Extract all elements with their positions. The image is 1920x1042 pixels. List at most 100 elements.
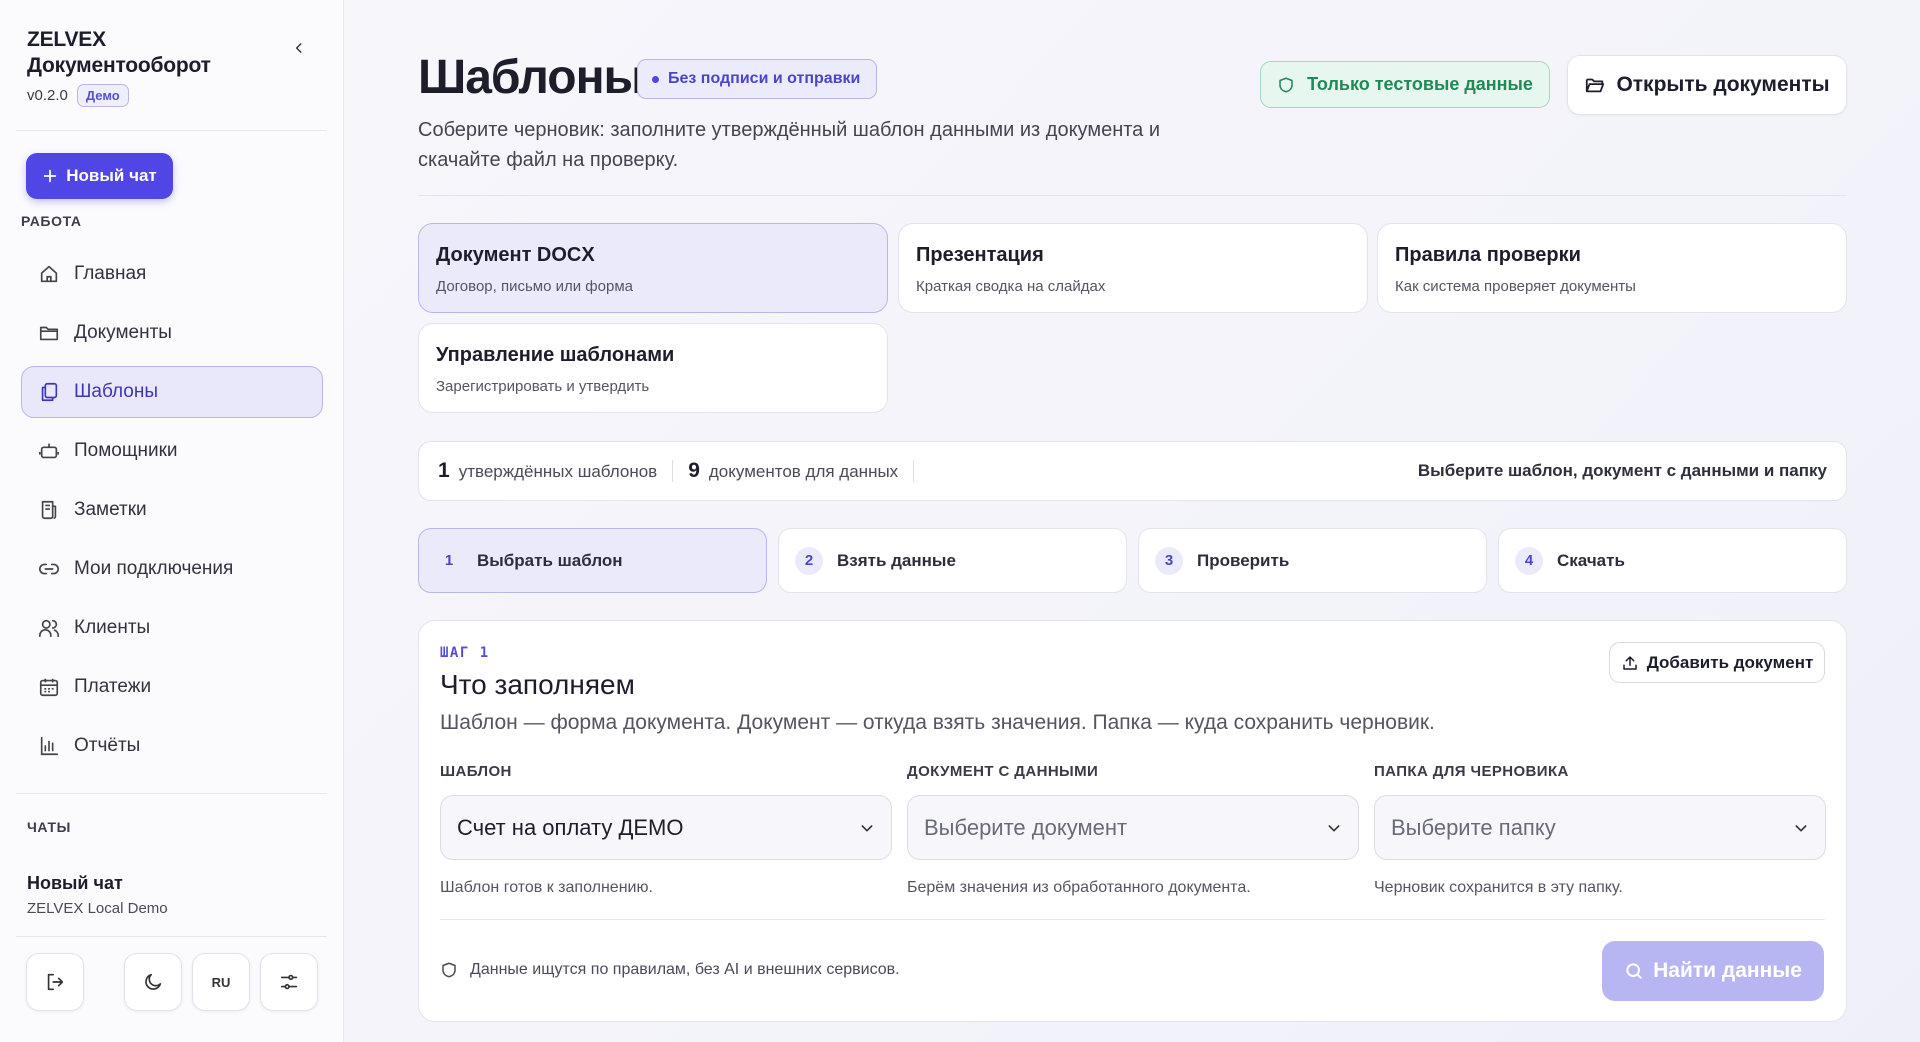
sidebar-item-notes[interactable]: Заметки: [21, 484, 323, 536]
sidebar-item-assistants[interactable]: Помощники: [21, 425, 323, 477]
no-sign-badge: Без подписи и отправки: [637, 59, 878, 99]
page-title: Шаблоны: [418, 51, 645, 104]
step-number: 4: [1515, 546, 1543, 575]
template-select[interactable]: Счет на оплату ДЕМО: [440, 795, 892, 860]
chart-icon: [38, 735, 60, 757]
header-divider: [418, 195, 1847, 196]
stat-label: документов для данных: [708, 462, 899, 481]
form-divider: [440, 919, 1825, 920]
step-select-template[interactable]: 1 Выбрать шаблон: [418, 528, 767, 593]
calendar-icon: [38, 676, 60, 698]
type-card-presentation[interactable]: Презентация Краткая сводка на слайдах: [898, 223, 1368, 313]
sidebar-item-label: Платежи: [74, 676, 152, 697]
sidebar-item-connections[interactable]: Мои подключения: [21, 543, 323, 595]
type-card-template-management[interactable]: Управление шаблонами Зарегистрировать и …: [418, 323, 888, 413]
sidebar-item-label: Клиенты: [74, 617, 151, 638]
brand-name-line1: ZELVEX: [27, 28, 106, 51]
type-card-docx[interactable]: Документ DOCX Договор, письмо или форма: [418, 223, 888, 313]
type-card-validation-rules[interactable]: Правила проверки Как система проверяет д…: [1377, 223, 1847, 313]
data-document-select[interactable]: Выберите документ: [907, 795, 1359, 860]
brand-meta: v0.2.0 Демо: [27, 84, 211, 107]
step-review[interactable]: 3 Проверить: [1138, 528, 1487, 593]
sliders-icon: [280, 974, 298, 990]
sidebar-item-clients[interactable]: Клиенты: [21, 602, 323, 654]
sidebar: ZELVEX Документооборот v0.2.0 Демо Новый…: [0, 0, 344, 1042]
field-template: ШАБЛОН Счет на оплату ДЕМО Шаблон готов …: [440, 763, 892, 897]
new-chat-button[interactable]: Новый чат: [26, 153, 173, 199]
stats-bar: 1 утверждённых шаблонов 9 документов для…: [418, 441, 1847, 501]
upload-icon: [1622, 655, 1637, 670]
add-document-label: Добавить документ: [1646, 652, 1814, 672]
step-number: 1: [444, 552, 454, 569]
type-card-subtitle: Краткая сводка на слайдах: [916, 278, 1106, 295]
shield-icon: [442, 962, 456, 978]
logout-icon: [47, 973, 64, 991]
stat-separator: [672, 460, 674, 482]
type-card-title: Правила проверки: [1395, 244, 1581, 266]
sidebar-item-label: Главная: [74, 263, 147, 284]
no-sign-badge-label: Без подписи и отправки: [668, 70, 861, 87]
collapse-sidebar-button[interactable]: [287, 36, 311, 60]
sidebar-divider: [16, 793, 327, 794]
sidebar-item-templates[interactable]: Шаблоны: [21, 366, 323, 418]
preferences-button[interactable]: [260, 953, 318, 1011]
logout-button[interactable]: [26, 953, 84, 1011]
sidebar-item-label: Заметки: [74, 499, 147, 520]
users-icon: [38, 617, 60, 639]
search-icon: [1626, 963, 1642, 979]
field-help: Черновик сохранится в эту папку.: [1374, 879, 1623, 896]
step-label: Проверить: [1197, 550, 1290, 570]
draft-folder-select-placeholder: Выберите папку: [1391, 814, 1556, 840]
add-document-button[interactable]: Добавить документ: [1609, 642, 1825, 683]
theme-toggle-button[interactable]: [124, 953, 182, 1011]
demo-badge: Демо: [76, 84, 129, 107]
main-content: Шаблоны Без подписи и отправки Соберите …: [344, 0, 1920, 1042]
field-help: Берём значения из обработанного документ…: [907, 879, 1251, 896]
step-label: Скачать: [1557, 550, 1625, 570]
form-title: Что заполняем: [440, 669, 635, 700]
new-chat-label: Новый чат: [66, 166, 157, 185]
step-download[interactable]: 4 Скачать: [1498, 528, 1847, 593]
chevron-down-icon: [1328, 824, 1340, 831]
chevron-down-icon: [861, 824, 873, 831]
rules-note: Данные ищутся по правилам, без AI и внеш…: [440, 961, 900, 979]
rules-note-text: Данные ищутся по правилам, без AI и внеш…: [470, 961, 900, 978]
template-select-value: Счет на оплату ДЕМО: [457, 814, 684, 840]
language-button[interactable]: RU: [192, 953, 250, 1011]
sidebar-nav: Главная Документы Шаблоны Помощники Заме…: [21, 248, 323, 779]
stat-number: 1: [438, 459, 450, 482]
stats-hint: Выберите шаблон, документ с данными и па…: [1417, 461, 1827, 480]
chevron-down-icon: [1795, 824, 1807, 831]
chat-subtitle: ZELVEX Local Demo: [27, 900, 168, 917]
draft-folder-select[interactable]: Выберите папку: [1374, 795, 1826, 860]
sidebar-item-label: Отчёты: [74, 735, 141, 756]
stat-approved-templates: 1 утверждённых шаблонов: [438, 459, 657, 483]
step-label: Взять данные: [837, 550, 956, 570]
sidebar-divider: [16, 936, 327, 937]
sidebar-item-payments[interactable]: Платежи: [21, 661, 323, 713]
sidebar-item-reports[interactable]: Отчёты: [21, 720, 323, 772]
sidebar-item-home[interactable]: Главная: [21, 248, 323, 300]
home-icon: [38, 263, 60, 285]
find-data-button[interactable]: Найти данные: [1602, 941, 1824, 1001]
step-number: 3: [1155, 546, 1183, 575]
sidebar-divider: [16, 130, 327, 131]
type-card-subtitle: Зарегистрировать и утвердить: [436, 378, 650, 395]
find-data-label: Найти данные: [1653, 959, 1802, 982]
sidebar-item-label: Документы: [74, 322, 172, 343]
open-documents-button[interactable]: Открыть документы: [1567, 55, 1847, 115]
test-data-label: Только тестовые данные: [1307, 74, 1533, 94]
sidebar-item-documents[interactable]: Документы: [21, 307, 323, 359]
shield-icon: [1279, 77, 1293, 92]
field-draft-folder: ПАПКА ДЛЯ ЧЕРНОВИКА Выберите папку Черно…: [1374, 763, 1826, 897]
chat-item[interactable]: Новый чат ZELVEX Local Demo: [27, 873, 168, 917]
chevron-left-icon: [295, 43, 302, 53]
step-number: 2: [795, 546, 823, 575]
section-label-chats: ЧАТЫ: [27, 819, 71, 835]
field-label: ДОКУМЕНТ С ДАННЫМИ: [907, 763, 1099, 780]
step-take-data[interactable]: 2 Взять данные: [778, 528, 1127, 593]
moon-icon: [145, 973, 162, 990]
sidebar-item-label: Помощники: [74, 440, 178, 461]
field-help: Шаблон готов к заполнению.: [440, 879, 653, 896]
data-document-select-placeholder: Выберите документ: [924, 814, 1128, 840]
